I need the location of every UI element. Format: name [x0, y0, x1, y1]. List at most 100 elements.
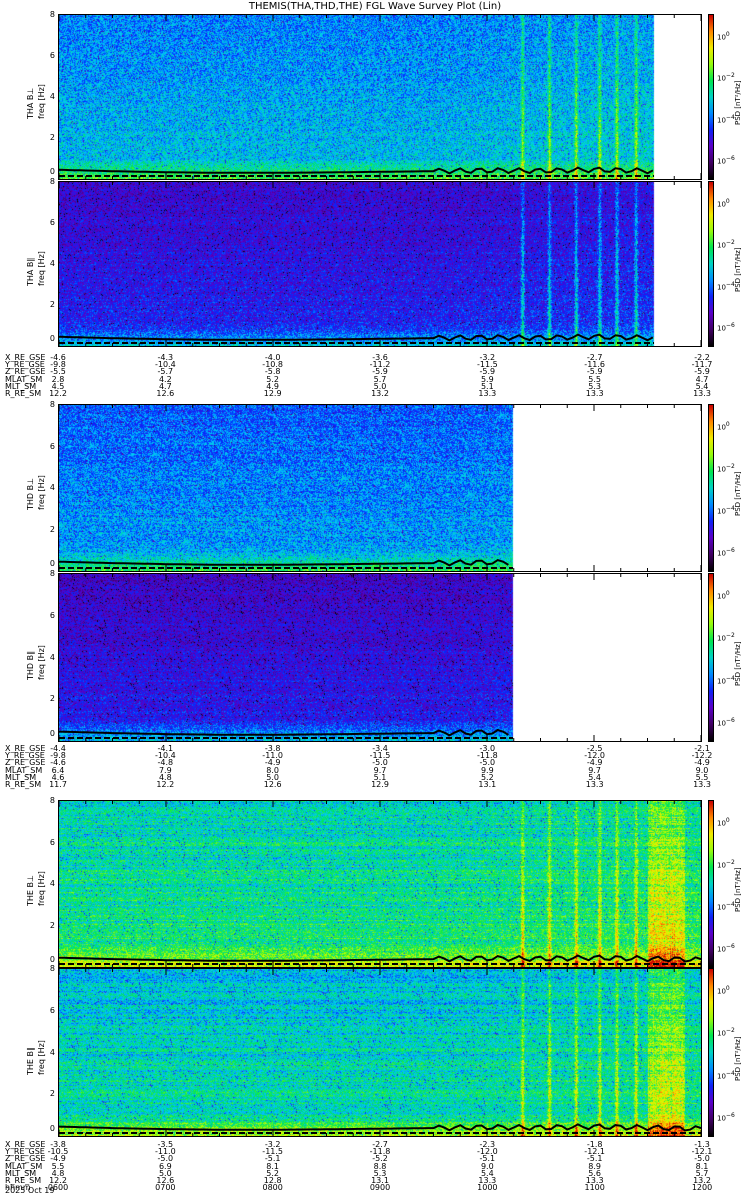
- y-tick-label: 8: [49, 177, 55, 186]
- colorbar-tick-label: 10−2: [717, 463, 735, 474]
- y-tick-label: 6: [49, 610, 55, 620]
- ephemeris-value: 13.3: [478, 389, 497, 398]
- y-axis-label: freq [Hz]: [37, 84, 46, 119]
- ephemeris-value: 12.9: [371, 780, 389, 789]
- colorbar-tick-label: 100: [717, 197, 730, 209]
- ephemeris-row-label: R_RE_SM: [5, 389, 42, 398]
- colorbar-tick-label: 10−4: [717, 280, 735, 292]
- ephemeris-value: 13.3: [585, 389, 604, 398]
- ephemeris-value: 12.6: [263, 780, 282, 789]
- y-tick-label: 2: [49, 920, 55, 930]
- spectrogram-panel-the-bpar: [58, 968, 702, 1137]
- panel-label: THA B⊥: [26, 87, 35, 119]
- colorbar-title: PSD [nT²/Hz]: [734, 247, 742, 292]
- ephemeris-value: 12.9: [263, 389, 282, 398]
- y-tick-label: 6: [49, 51, 55, 60]
- ephemeris-value: 13.2: [371, 389, 389, 398]
- panel-overlay: [58, 574, 702, 741]
- colorbar-tick-label: 10−6: [717, 1111, 735, 1123]
- colorbar: [708, 573, 714, 742]
- y-axis-label: freq [Hz]: [37, 1039, 46, 1075]
- panel-label: THD B∥: [26, 650, 35, 680]
- colorbar-title: PSD [nT²/Hz]: [734, 471, 742, 516]
- ephemeris-value: 1100: [584, 1183, 605, 1193]
- y-tick-label: 0: [49, 955, 55, 964]
- panel-overlay: [58, 182, 702, 346]
- y-tick-label: 2: [49, 524, 55, 534]
- colorbar-tick-label: 10−2: [717, 239, 735, 250]
- panel-label: THA B∥: [26, 257, 35, 286]
- colorbar: [708, 14, 714, 180]
- colorbar: [708, 404, 714, 572]
- plot-title: THEMIS(THA,THD,THE) FGL Wave Survey Plot…: [248, 1, 502, 12]
- ephemeris-value: 11.7: [49, 780, 67, 789]
- colorbar-title: PSD [nT²/Hz]: [734, 640, 742, 686]
- y-tick-label: 6: [49, 441, 55, 451]
- colorbar-tick-label: 10−6: [717, 155, 735, 166]
- y-tick-label: 8: [49, 964, 55, 973]
- y-tick-label: 0: [49, 167, 55, 176]
- ephemeris-value: 0800: [262, 1183, 283, 1193]
- y-tick-label: 6: [49, 837, 55, 847]
- panel-overlay: [58, 405, 702, 571]
- colorbar-title: PSD [nT²/Hz]: [734, 867, 742, 912]
- ephemeris-row-label: R_RE_SM: [5, 780, 42, 789]
- colorbar-tick-label: 10−2: [717, 72, 735, 83]
- colorbar-tick-label: 10−6: [717, 716, 735, 728]
- colorbar-tick-label: 10−2: [717, 859, 735, 870]
- colorbar-tick-label: 10−6: [717, 322, 735, 333]
- date-label: 2025 Oct 19: [5, 1186, 55, 1195]
- colorbar-tick-label: 10−4: [717, 505, 735, 516]
- gyrofrequency-line: [58, 728, 509, 737]
- ephemeris-value: 0900: [369, 1183, 391, 1193]
- panel-label: THD B⊥: [26, 477, 35, 510]
- y-tick-label: 2: [49, 1089, 55, 1099]
- colorbar-title: PSD [nT²/Hz]: [734, 80, 742, 125]
- colorbar-tick-label: 100: [717, 421, 730, 432]
- colorbar-tick-label: 100: [717, 30, 730, 42]
- y-tick-label: 2: [49, 133, 55, 142]
- panel-label: THE B∥: [26, 1046, 35, 1075]
- gyrofrequency-line: [58, 559, 509, 567]
- ephemeris-value: 0700: [155, 1183, 176, 1193]
- y-tick-label: 0: [49, 1124, 55, 1133]
- colorbar-tick-label: 10−4: [717, 113, 735, 125]
- y-tick-label: 0: [49, 334, 55, 343]
- gyrofrequency-line: [58, 954, 702, 963]
- colorbar-tick-label: 100: [717, 817, 730, 828]
- ephemeris-value: 13.3: [585, 780, 604, 789]
- colorbar-tick-label: 100: [717, 590, 730, 601]
- y-tick-label: 8: [49, 10, 55, 19]
- y-axis-label: freq [Hz]: [37, 871, 46, 906]
- ephemeris-value: 13.1: [478, 780, 497, 789]
- colorbar-tick-label: 10−6: [717, 547, 735, 558]
- panel-overlay: [58, 801, 702, 967]
- y-axis-label: freq [Hz]: [37, 251, 46, 286]
- gyrofrequency-line: [58, 1123, 702, 1132]
- y-tick-label: 8: [49, 569, 55, 578]
- spectrogram-panel-tha-bperp: [58, 14, 702, 180]
- panel-overlay: [58, 969, 702, 1136]
- ephemeris-value: 1200: [691, 1183, 713, 1193]
- colorbar-tick-label: 10−6: [717, 943, 735, 954]
- spectrogram-panel-thd-bpar: [58, 573, 702, 742]
- gyrofrequency-line: [58, 166, 654, 175]
- ephemeris-value: 13.3: [693, 389, 711, 398]
- y-tick-label: 8: [49, 796, 55, 805]
- colorbar: [708, 181, 714, 347]
- ephemeris-value: 1000: [477, 1183, 498, 1193]
- colorbar-tick-label: 100: [717, 985, 730, 996]
- colorbar-tick-label: 10−2: [717, 632, 735, 643]
- y-tick-label: 0: [49, 729, 55, 738]
- colorbar-tick-label: 10−4: [717, 901, 735, 912]
- ephemeris-value: 12.2: [49, 389, 67, 398]
- y-axis-label: freq [Hz]: [37, 644, 46, 680]
- colorbar: [708, 800, 714, 968]
- y-tick-label: 2: [49, 694, 55, 704]
- y-tick-label: 8: [49, 400, 55, 409]
- spectrogram-panel-the-bperp: [58, 800, 702, 968]
- ephemeris-value: 12.6: [156, 389, 175, 398]
- ephemeris-value: 12.2: [156, 780, 175, 789]
- y-tick-label: 0: [49, 559, 55, 568]
- y-axis-label: freq [Hz]: [37, 475, 46, 510]
